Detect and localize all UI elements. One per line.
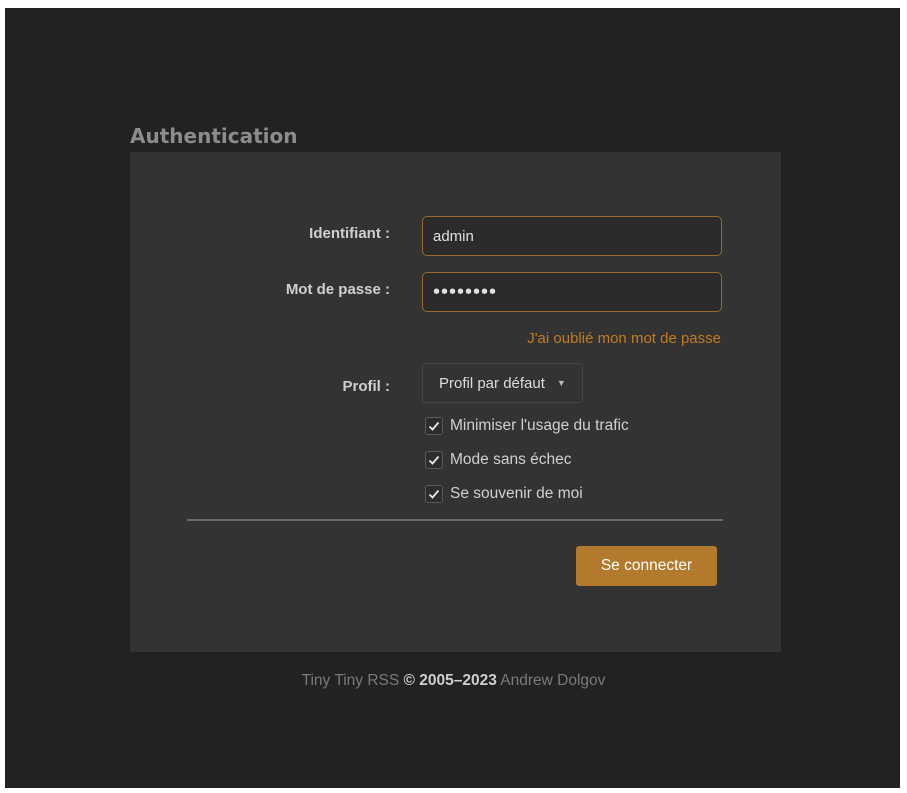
remember-me-option[interactable]: Se souvenir de moi [425,485,583,503]
footer-app-name: Tiny Tiny RSS [301,672,400,689]
password-label: Mot de passe : [285,281,390,298]
bw-limit-option[interactable]: Minimiser l'usage du trafic [425,417,629,435]
checkmark-icon [428,421,440,431]
profile-select[interactable]: Profil par défaut ▼ [422,363,583,403]
bw-limit-label: Minimiser l'usage du trafic [450,417,629,434]
footer-author: Andrew Dolgov [500,672,606,689]
login-input[interactable] [422,216,722,256]
bw-limit-checkbox[interactable] [425,417,443,435]
forgot-password-link[interactable]: J'ai oublié mon mot de passe [527,330,721,347]
page-title: Authentication [130,124,298,148]
safe-mode-checkbox[interactable] [425,451,443,469]
profile-select-value: Profil par défaut [439,374,545,392]
login-screen: Authentication Identifiant : Mot de pass… [5,8,900,788]
remember-me-label: Se souvenir de moi [450,485,583,502]
form-divider [187,519,723,521]
login-form-panel: Identifiant : Mot de passe : J'ai oublié… [130,152,781,652]
password-input[interactable] [422,272,722,312]
safe-mode-label: Mode sans échec [450,451,572,468]
checkmark-icon [428,489,440,499]
remember-me-checkbox[interactable] [425,485,443,503]
profile-label: Profil : [342,378,391,395]
chevron-down-icon: ▼ [556,378,566,388]
footer-copyright: © 2005–2023 [403,672,497,689]
footer: Tiny Tiny RSS © 2005–2023 Andrew Dolgov [0,672,907,690]
login-button[interactable]: Se connecter [576,546,717,586]
login-label: Identifiant : [309,225,390,242]
checkmark-icon [428,455,440,465]
safe-mode-option[interactable]: Mode sans échec [425,451,572,469]
